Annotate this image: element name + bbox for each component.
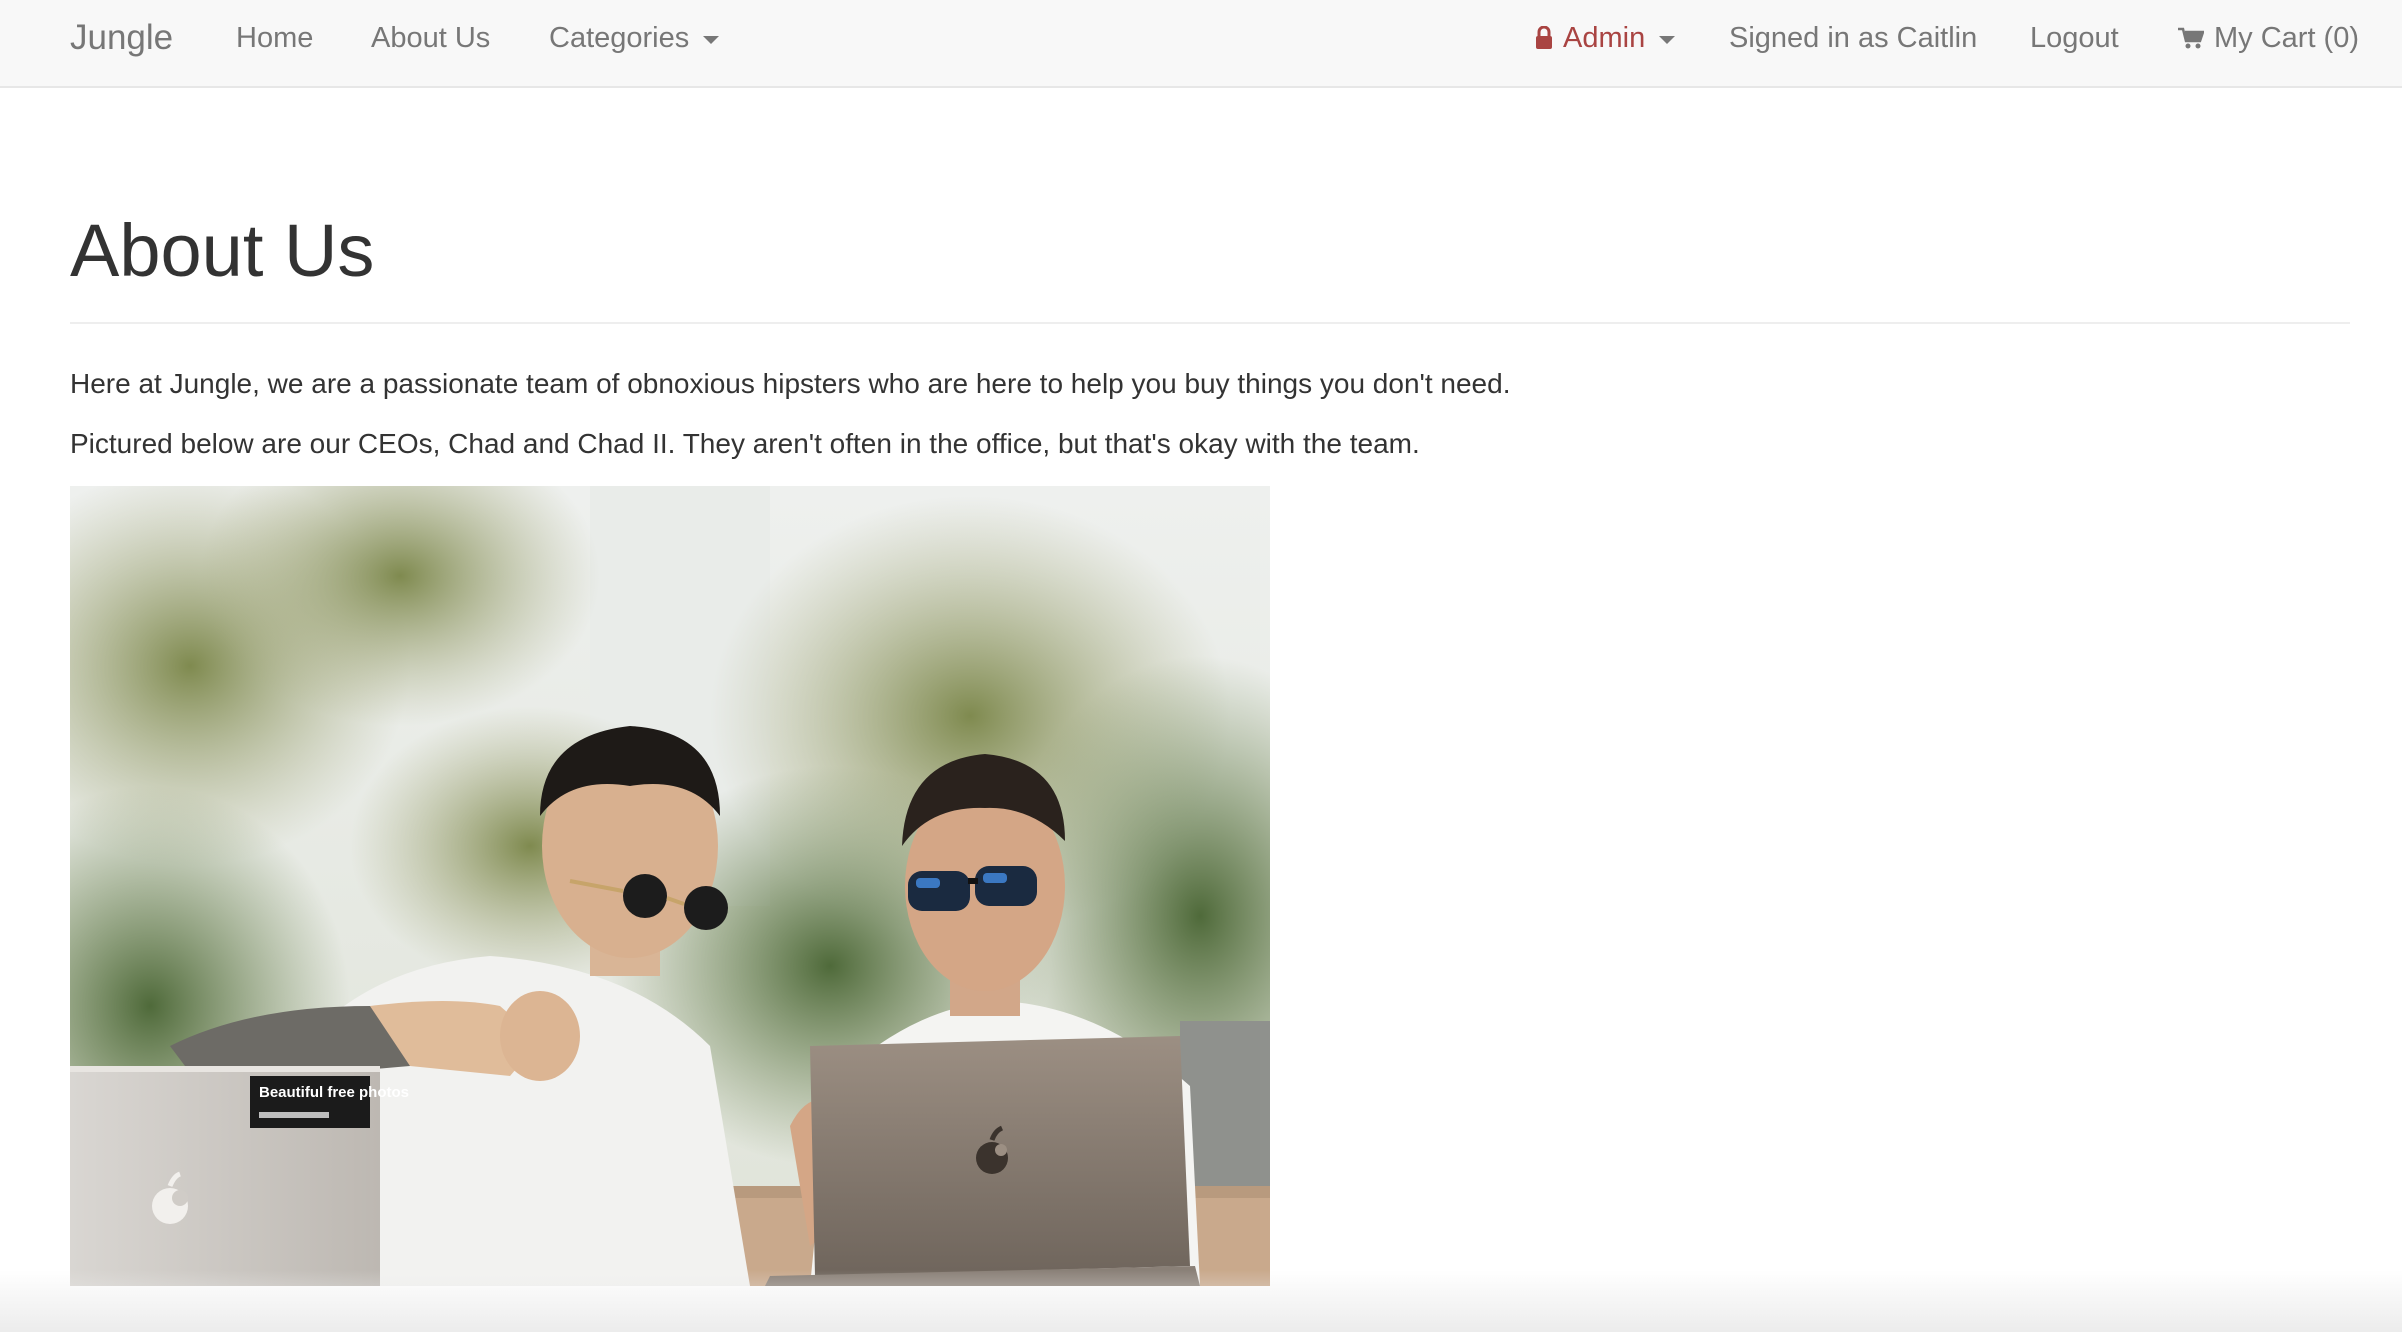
nav-about-link[interactable]: About Us [371, 0, 490, 76]
ceo-paragraph: Pictured below are our CEOs, Chad and Ch… [70, 428, 1420, 459]
page-header: About Us [70, 200, 2350, 324]
cart-label: My Cart (0) [2214, 22, 2359, 54]
admin-label: Admin [1563, 22, 1646, 54]
laptop-sticker-text: Beautiful free photos [259, 1084, 409, 1101]
nav-home-link[interactable]: Home [236, 0, 313, 76]
brand-link[interactable]: Jungle [70, 0, 173, 76]
shopping-cart-icon [2178, 27, 2204, 49]
caret-down-icon [1659, 36, 1676, 44]
logout-link[interactable]: Logout [2030, 0, 2119, 76]
cart-link[interactable]: My Cart (0) [2178, 0, 2359, 76]
top-navbar: Jungle Home About Us Categories Admin Si… [0, 0, 2402, 88]
page-title: About Us [70, 209, 375, 292]
main-container: About Us Here at Jungle, we are a passio… [70, 88, 2350, 464]
intro-paragraph: Here at Jungle, we are a passionate team… [70, 368, 1511, 399]
caret-down-icon [703, 36, 720, 44]
signed-in-text: Signed in as Caitlin [1729, 22, 1978, 54]
admin-dropdown[interactable]: Admin [1535, 0, 1676, 76]
lock-icon [1536, 26, 1552, 49]
categories-label: Categories [549, 22, 690, 54]
page-bottom-shadow [0, 1270, 2402, 1332]
ceo-photo: Beautiful free photos [70, 486, 1270, 1286]
nav-categories-dropdown[interactable]: Categories [549, 0, 720, 76]
